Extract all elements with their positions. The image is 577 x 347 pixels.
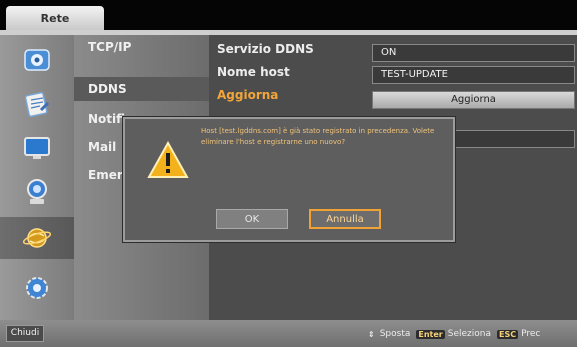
display-icon[interactable] <box>14 131 60 165</box>
bottom-bar: Chiudi ⇕ Sposta Enter Seleziona ESC Prec <box>0 320 577 347</box>
hint-select: Seleziona <box>447 329 491 339</box>
hint-move: Sposta <box>379 329 411 339</box>
network-globe-icon[interactable] <box>0 217 74 259</box>
hint-back: Prec <box>521 329 541 339</box>
hostname-value[interactable]: TEST-UPDATE <box>372 66 575 84</box>
top-bar: Rete <box>0 0 577 30</box>
enter-key-icon: Enter <box>416 329 445 339</box>
row-label-hostname: Nome host <box>217 65 290 79</box>
updown-arrows-icon: ⇕ <box>368 329 375 339</box>
update-button[interactable]: Aggiorna <box>372 91 575 109</box>
camera-icon[interactable] <box>14 175 60 209</box>
gear-icon[interactable] <box>14 271 60 305</box>
menu-item-ddns[interactable]: DDNS <box>74 77 209 101</box>
notes-icon[interactable] <box>14 87 60 121</box>
dialog-message: Host [test.lgddns.com] è già stato regis… <box>201 127 435 146</box>
row-label-ddns-service: Servizio DDNS <box>217 42 314 56</box>
key-hints: ⇕ Sposta Enter Seleziona ESC Prec <box>366 326 543 342</box>
menu-item-tcpip[interactable]: TCP/IP <box>74 35 209 59</box>
warning-icon <box>147 141 189 178</box>
hidden-field <box>448 130 575 148</box>
settings-icon[interactable] <box>14 43 60 77</box>
esc-key-icon: ESC <box>496 329 519 339</box>
category-sidebar <box>0 35 74 320</box>
ok-button[interactable]: OK <box>216 209 288 229</box>
tab-rete[interactable]: Rete <box>6 6 104 30</box>
ddns-service-value[interactable]: ON <box>372 44 575 62</box>
close-button[interactable]: Chiudi <box>6 325 44 342</box>
row-label-update: Aggiorna <box>217 88 279 102</box>
cancel-button[interactable]: Annulla <box>309 209 381 229</box>
confirm-dialog: Host [test.lgddns.com] è già stato regis… <box>123 117 455 242</box>
